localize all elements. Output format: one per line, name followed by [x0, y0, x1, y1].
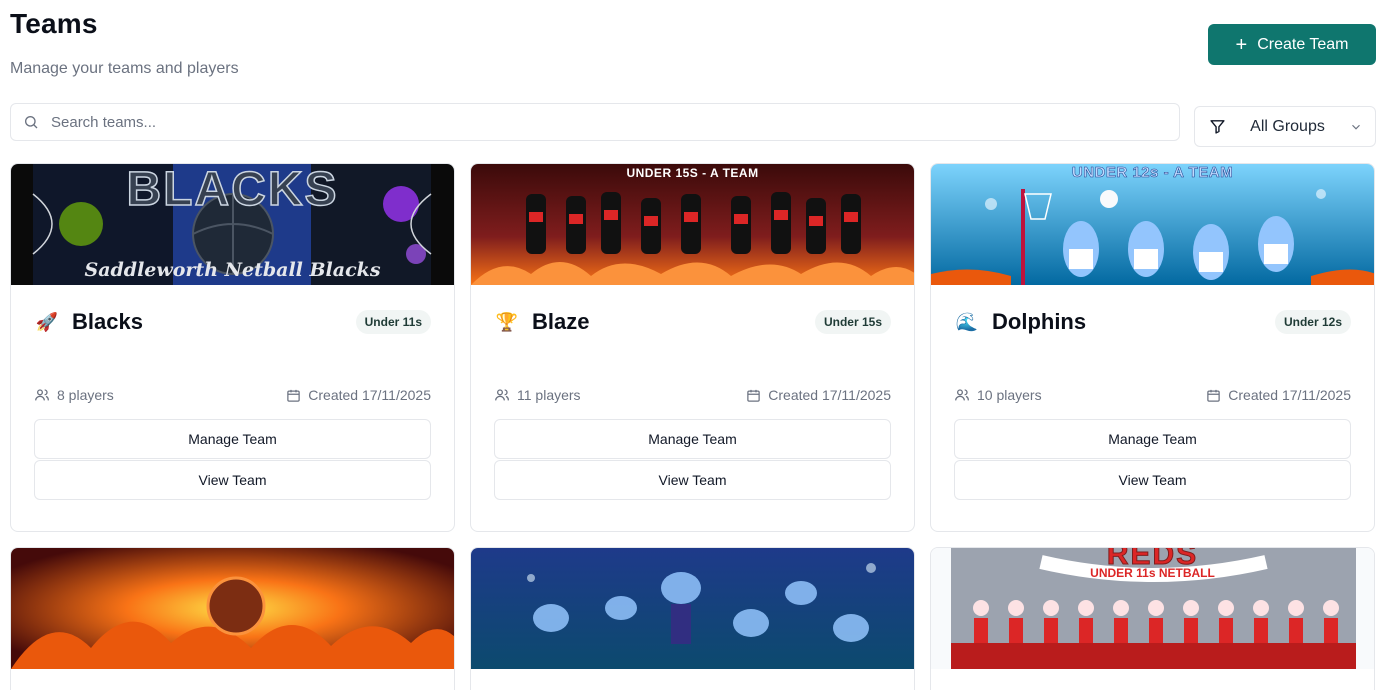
trophy-icon: 🏆: [495, 311, 519, 332]
group-badge: Under 11s: [355, 310, 431, 334]
player-count: 8 players: [57, 387, 114, 403]
page-title: Teams: [10, 8, 98, 39]
player-count: 10 players: [977, 387, 1042, 403]
wave-icon: 🌊: [955, 311, 979, 332]
search-box[interactable]: [10, 103, 1180, 141]
chevron-down-icon: [1352, 124, 1360, 130]
banner-logo-text: BLACKS: [126, 164, 339, 216]
manage-team-button[interactable]: Manage Team: [34, 419, 431, 459]
view-team-button[interactable]: View Team: [494, 460, 891, 500]
team-card: [470, 547, 915, 690]
manage-team-button[interactable]: Manage Team: [494, 419, 891, 459]
users-icon: [35, 389, 49, 401]
team-name: Blaze: [532, 309, 590, 334]
banner-caption: UNDER 15S - A TEAM: [626, 166, 759, 180]
team-card-blacks: BLACKS Saddleworth Netball Blacks 🚀 Blac…: [10, 163, 455, 532]
team-banner-image: [471, 548, 914, 669]
users-icon: [495, 389, 509, 401]
team-banner-image: UNDER 15S - A TEAM: [471, 164, 914, 285]
create-team-button[interactable]: + Create Team: [1208, 24, 1376, 65]
create-team-label: Create Team: [1257, 35, 1349, 53]
rocket-icon: 🚀: [35, 311, 59, 332]
team-card: [10, 547, 455, 690]
view-team-button[interactable]: View Team: [954, 460, 1351, 500]
team-banner-image: BLACKS Saddleworth Netball Blacks: [11, 164, 454, 285]
teams-page: Teams Manage your teams and players + Cr…: [0, 0, 1395, 690]
team-banner-image: REDS UNDER 11s NETBALL: [931, 548, 1374, 669]
search-input[interactable]: [51, 104, 1179, 140]
filter-icon: [1210, 120, 1225, 134]
view-team-button[interactable]: View Team: [34, 460, 431, 500]
calendar-icon: [1207, 389, 1221, 402]
banner-caption: Saddleworth Netball Blacks: [84, 259, 381, 281]
group-filter-value: All Groups: [1250, 117, 1325, 135]
created-date: Created 17/11/2025: [768, 387, 891, 403]
team-card-blaze: UNDER 15S - A TEAM 🏆 Blaze Under 15s 11 …: [470, 163, 915, 532]
team-banner-image: [11, 548, 454, 669]
group-filter-select[interactable]: All Groups: [1194, 106, 1376, 147]
team-banner-image: UNDER 12s - A TEAM: [931, 164, 1374, 285]
team-card-dolphins: UNDER 12s - A TEAM 🌊 Dolphins Under 12s …: [930, 163, 1375, 532]
banner-caption: UNDER 12s - A TEAM: [1071, 164, 1234, 181]
created-date: Created 17/11/2025: [308, 387, 431, 403]
calendar-icon: [287, 389, 301, 402]
team-name: Blacks: [72, 309, 143, 334]
users-icon: [955, 389, 969, 401]
search-icon: [25, 116, 38, 129]
manage-team-button[interactable]: Manage Team: [954, 419, 1351, 459]
created-date: Created 17/11/2025: [1228, 387, 1351, 403]
team-name: Dolphins: [992, 309, 1087, 334]
player-count: 11 players: [517, 387, 581, 403]
calendar-icon: [747, 389, 761, 402]
group-badge: Under 12s: [1274, 310, 1351, 334]
plus-icon: +: [1235, 33, 1248, 56]
team-card: REDS UNDER 11s NETBALL: [930, 547, 1375, 690]
banner-caption: UNDER 11s NETBALL: [1090, 566, 1215, 580]
group-badge: Under 15s: [814, 310, 891, 334]
page-subtitle: Manage your teams and players: [10, 60, 239, 77]
